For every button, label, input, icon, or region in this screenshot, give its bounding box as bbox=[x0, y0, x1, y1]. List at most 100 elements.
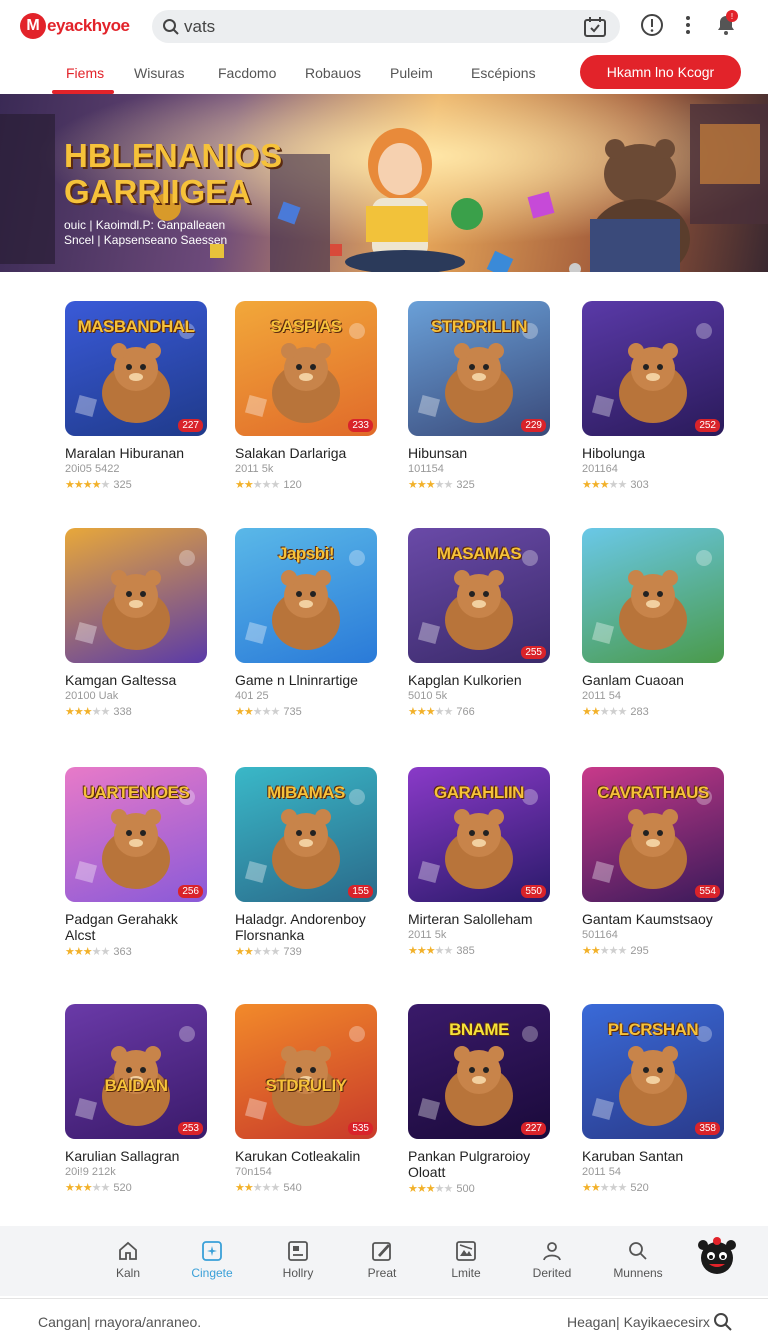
game-meta: 501164 bbox=[582, 929, 618, 941]
game-card[interactable]: SASPIAS 233 Salakan Darlariga 2011 5k ★★★★★ 1… bbox=[235, 301, 381, 491]
game-card[interactable]: CAVRATHAUS 554 Gantam Kaumstsaoy 501164 ★★★★… bbox=[582, 767, 728, 957]
game-title: Maralan Hiburanan bbox=[65, 445, 185, 461]
search-input[interactable] bbox=[184, 16, 584, 37]
game-badge: 255 bbox=[521, 646, 546, 659]
game-art-title: STDRULIY bbox=[265, 1076, 348, 1095]
mascot-avatar[interactable] bbox=[697, 1236, 737, 1276]
bottom-nav-home[interactable]: Kaln bbox=[93, 1240, 163, 1280]
game-thumbnail[interactable]: STRDRILLIN 229 bbox=[408, 301, 550, 436]
bottom-nav-munnens[interactable]: Munnens bbox=[603, 1240, 673, 1280]
game-thumbnail[interactable] bbox=[582, 528, 724, 663]
game-badge: 253 bbox=[178, 1122, 203, 1135]
rating-count: 303 bbox=[630, 478, 649, 491]
game-badge: 229 bbox=[521, 419, 546, 432]
game-meta: 401 25 bbox=[235, 690, 269, 702]
game-title: Pankan Pulgraroioy Oloatt bbox=[408, 1148, 531, 1180]
game-art-title: UARTENIOES bbox=[82, 783, 190, 802]
banner-subtitle: ouic | Kaoimdl.P: Ganpalleaen Sncel | Ka… bbox=[64, 218, 227, 248]
game-art-title: MASAMAS bbox=[436, 544, 522, 563]
game-badge: 252 bbox=[695, 419, 720, 432]
game-thumbnail[interactable]: Japsbi! bbox=[235, 528, 377, 663]
calendar-icon[interactable] bbox=[584, 17, 606, 37]
cta-button[interactable]: Hkamn lno Kcogr bbox=[580, 55, 741, 89]
game-thumbnail[interactable]: MASAMAS 255 bbox=[408, 528, 550, 663]
banner-subtitle-line2: Sncel | Kapsenseano Saessen bbox=[64, 233, 228, 247]
game-thumbnail[interactable]: BNAME 227 bbox=[408, 1004, 550, 1139]
user-icon bbox=[543, 1242, 561, 1261]
game-rating: ★★★★★ 735 bbox=[235, 705, 381, 719]
tab-robauos[interactable]: Robauos bbox=[305, 52, 361, 94]
bottom-nav-preat[interactable]: Preat bbox=[347, 1240, 417, 1280]
brand-logo[interactable]: M eyackhyoe bbox=[20, 12, 130, 40]
game-meta: 201164 bbox=[582, 463, 618, 475]
game-card[interactable]: UARTENIOES 256 Padgan Gerahakk Alcst ★★★★★ 3… bbox=[65, 767, 211, 958]
game-card[interactable]: BNAME 227 Pankan Pulgraroioy Oloatt ★★★★★ 50… bbox=[408, 1004, 554, 1195]
star-rating-icon: ★★★★★ bbox=[582, 706, 627, 718]
game-thumbnail[interactable]: MASBANDHAL 227 bbox=[65, 301, 207, 436]
search-bar[interactable] bbox=[152, 10, 620, 43]
tab-fiems[interactable]: Fiems bbox=[66, 52, 104, 94]
bottom-nav-label: Lmite bbox=[451, 1266, 481, 1280]
rating-count: 766 bbox=[456, 705, 475, 718]
game-meta: 20100 Uak bbox=[65, 690, 119, 702]
game-card[interactable]: MASBANDHAL 227 Maralan Hiburanan 20i05 5422… bbox=[65, 301, 211, 491]
game-thumbnail[interactable]: STDRULIY 535 bbox=[235, 1004, 377, 1139]
game-card[interactable]: PLCRSHAN 358 Karuban Santan 2011 54 ★★★★★ 520 bbox=[582, 1004, 728, 1194]
game-card[interactable]: MASAMAS 255 Kapglan Kulkorien 5010 5k ★★★★★ 7… bbox=[408, 528, 554, 718]
rating-count: 295 bbox=[630, 944, 649, 957]
star-rating-icon: ★★★★★ bbox=[65, 479, 110, 491]
game-card[interactable]: Ganlam Cuaoan 2011 54 ★★★★★ 283 bbox=[582, 528, 728, 718]
game-card[interactable]: GARAHLIIN 550 Mirteran Salolleham 2011 5k ★★… bbox=[408, 767, 554, 957]
bottom-nav-cingete[interactable]: Cingete bbox=[177, 1240, 247, 1280]
search-icon[interactable] bbox=[713, 1312, 733, 1332]
bottom-nav-derited[interactable]: Derited bbox=[517, 1240, 587, 1280]
game-thumbnail[interactable]: GARAHLIIN 550 bbox=[408, 767, 550, 902]
game-card[interactable]: STDRULIY 535 Karukan Cotleakalin 70n154 ★★★★… bbox=[235, 1004, 381, 1194]
tab-facdomo[interactable]: Facdomo bbox=[218, 52, 276, 94]
more-vertical-icon[interactable] bbox=[682, 13, 694, 37]
game-rating: ★★★★★ 363 bbox=[65, 945, 211, 959]
info-icon[interactable] bbox=[640, 13, 664, 37]
game-meta: 5010 5k bbox=[408, 690, 448, 702]
game-rating: ★★★★★ 520 bbox=[582, 1181, 728, 1195]
game-art-title: PLCRSHAN bbox=[607, 1020, 699, 1039]
game-thumbnail[interactable]: MIBAMAS 155 bbox=[235, 767, 377, 902]
bottom-nav-label: Derited bbox=[532, 1266, 572, 1280]
game-art bbox=[74, 1026, 195, 1126]
game-thumbnail[interactable]: 252 bbox=[582, 301, 724, 436]
game-title: Hibunsan bbox=[408, 445, 468, 461]
game-card[interactable]: 252 Hibolunga 201164 ★★★★★ 303 bbox=[582, 301, 728, 491]
notification-badge: ! bbox=[726, 10, 738, 22]
bottom-nav-hollry[interactable]: Hollry bbox=[263, 1240, 333, 1280]
tab-wisuras[interactable]: Wisuras bbox=[134, 52, 185, 94]
tab-puleim[interactable]: Puleim bbox=[390, 52, 433, 94]
game-card[interactable]: Japsbi! Game n Llninrartige 401 25 ★★★★★ 735 bbox=[235, 528, 381, 718]
game-rating: ★★★★★ 739 bbox=[235, 945, 381, 959]
bottom-nav-lmite[interactable]: Lmite bbox=[431, 1240, 501, 1280]
star-rating-icon: ★★★★★ bbox=[65, 1182, 110, 1194]
game-rating: ★★★★★ 283 bbox=[582, 705, 728, 719]
game-card[interactable]: STRDRILLIN 229 Hibunsan 101154 ★★★★★ 325 bbox=[408, 301, 554, 491]
game-title: Mirteran Salolleham bbox=[408, 911, 533, 927]
game-thumbnail[interactable]: UARTENIOES 256 bbox=[65, 767, 207, 902]
game-thumbnail[interactable]: BAIDAN 253 bbox=[65, 1004, 207, 1139]
game-art bbox=[591, 323, 712, 423]
game-thumbnail[interactable]: PLCRSHAN 358 bbox=[582, 1004, 724, 1139]
game-card[interactable]: Kamgan Galtessa 20100 Uak ★★★★★ 338 bbox=[65, 528, 211, 718]
footer-bar: Cangan| rnayora/anraneo. Heagan| Kayikae… bbox=[0, 1298, 768, 1344]
game-rating: ★★★★★ 385 bbox=[408, 944, 554, 958]
game-thumbnail[interactable]: SASPIAS 233 bbox=[235, 301, 377, 436]
tab-escepions[interactable]: Escépions bbox=[471, 52, 536, 94]
game-art bbox=[591, 550, 712, 650]
game-meta: 2011 54 bbox=[582, 690, 621, 702]
game-title: Haladgr. Andorenboy Florsnanka bbox=[235, 911, 366, 943]
game-thumbnail[interactable] bbox=[65, 528, 207, 663]
game-art-title: Japsbi! bbox=[277, 544, 335, 563]
hero-banner[interactable]: HBLENANIOS GARRIIGEA ouic | Kaoimdl.P: G… bbox=[0, 94, 768, 272]
game-thumbnail[interactable]: CAVRATHAUS 554 bbox=[582, 767, 724, 902]
logo-mark: M bbox=[20, 13, 46, 39]
game-card[interactable]: BAIDAN 253 Karulian Sallagran 20i!9 212k ★★★… bbox=[65, 1004, 211, 1194]
game-card[interactable]: MIBAMAS 155 Haladgr. Andorenboy Florsnanka… bbox=[235, 767, 381, 958]
rating-count: 325 bbox=[113, 478, 132, 491]
notifications-button[interactable]: ! bbox=[714, 10, 740, 38]
